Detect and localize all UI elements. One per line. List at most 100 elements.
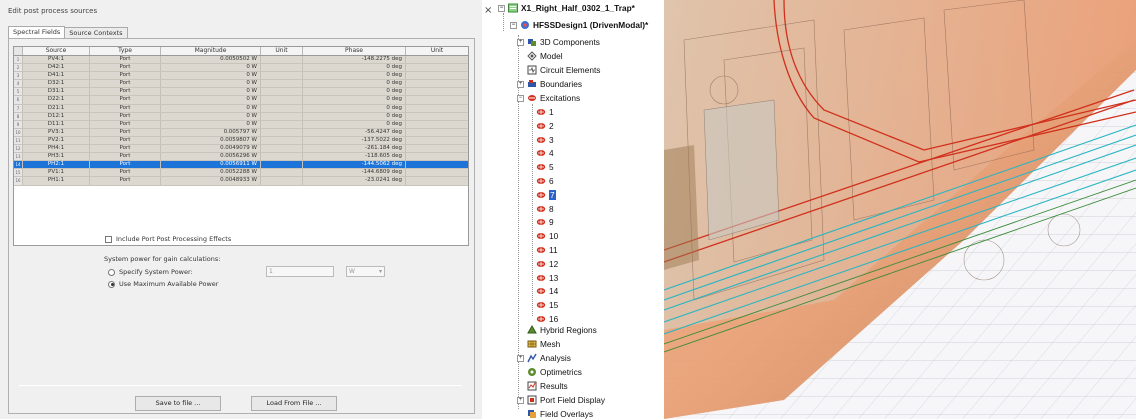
type-cell[interactable]: Port — [90, 104, 161, 112]
type-cell[interactable]: Port — [90, 80, 161, 88]
source-cell[interactable]: D12:1 — [23, 112, 90, 120]
3d-model-viewport[interactable] — [664, 0, 1136, 419]
column-header-unit[interactable]: Unit — [261, 47, 303, 55]
unit-cell[interactable] — [261, 120, 303, 128]
row-number[interactable]: 7 — [14, 104, 23, 112]
sources-table[interactable]: Source Type Magnitude Unit Phase Unit 1P… — [13, 46, 469, 246]
phase-unit-cell[interactable] — [406, 121, 468, 128]
excitation-item-12[interactable]: 12 — [536, 258, 558, 270]
table-row[interactable]: 12 PH4:1 Port 0.0049079 W -261.184 deg — [14, 145, 468, 154]
phase-cell[interactable]: 0 deg — [303, 120, 406, 128]
source-cell[interactable]: PH4:1 — [23, 145, 90, 153]
type-cell[interactable]: Port — [90, 64, 161, 72]
unit-cell[interactable] — [261, 136, 303, 145]
excitation-item-14[interactable]: 14 — [536, 285, 558, 297]
row-number[interactable]: 2 — [14, 64, 23, 72]
source-cell[interactable]: PV4:1 — [23, 56, 90, 64]
phase-cell[interactable]: 0 deg — [303, 72, 406, 80]
unit-cell[interactable] — [261, 88, 303, 96]
phase-unit-cell[interactable] — [406, 105, 468, 112]
row-number[interactable]: 11 — [14, 136, 23, 145]
phase-unit-cell[interactable] — [406, 88, 468, 95]
close-icon[interactable]: × — [484, 5, 492, 16]
magnitude-cell[interactable]: 0.0059807 W — [161, 136, 261, 145]
unit-cell[interactable] — [261, 56, 303, 64]
row-number[interactable]: 14 — [14, 161, 23, 169]
phase-unit-cell[interactable] — [406, 96, 468, 103]
unit-cell[interactable] — [261, 145, 303, 153]
type-cell[interactable]: Port — [90, 120, 161, 128]
table-row[interactable]: 11 PV2:1 Port 0.0059807 W -137.5022 deg — [14, 136, 468, 146]
type-cell[interactable]: Port — [90, 72, 161, 80]
project-node[interactable]: − X1_Right_Half_0302_1_Trap* — [498, 2, 635, 14]
excitation-item-2[interactable]: 2 — [536, 120, 554, 132]
phase-cell[interactable]: -23.0241 deg — [303, 177, 406, 185]
phase-unit-cell[interactable] — [406, 153, 468, 160]
phase-cell[interactable]: -56.4247 deg — [303, 128, 406, 136]
type-cell[interactable]: Port — [90, 96, 161, 104]
magnitude-cell[interactable]: 0.0052288 W — [161, 169, 261, 177]
source-cell[interactable]: D31:1 — [23, 88, 90, 96]
unit-cell[interactable] — [261, 112, 303, 120]
tree-item-circuit-elements[interactable]: Circuit Elements — [527, 64, 600, 76]
phase-cell[interactable]: 0 deg — [303, 112, 406, 120]
column-header-type[interactable]: Type — [90, 47, 161, 55]
tree-item-port-field-display[interactable]: + Port Field Display — [517, 394, 605, 406]
table-row[interactable]: 13 PH3:1 Port 0.0056296 W -118.605 deg — [14, 153, 468, 162]
table-row[interactable]: 5 D31:1 Port 0 W 0 deg — [14, 88, 468, 97]
phase-unit-cell[interactable] — [406, 72, 468, 79]
type-cell[interactable]: Port — [90, 145, 161, 153]
phase-cell[interactable]: -148.2275 deg — [303, 56, 406, 64]
unit-cell[interactable] — [261, 104, 303, 112]
source-cell[interactable]: D11:1 — [23, 120, 90, 128]
phase-cell[interactable]: 0 deg — [303, 64, 406, 72]
type-cell[interactable]: Port — [90, 56, 161, 64]
excitation-item-13[interactable]: 13 — [536, 272, 558, 284]
unit-cell[interactable] — [261, 128, 303, 136]
excitation-item-7[interactable]: 7 — [536, 189, 556, 201]
tree-item-mesh[interactable]: Mesh — [527, 338, 560, 350]
phase-cell[interactable]: -118.605 deg — [303, 153, 406, 161]
row-number[interactable]: 4 — [14, 80, 23, 88]
unit-cell[interactable] — [261, 96, 303, 104]
excitation-item-10[interactable]: 10 — [536, 230, 558, 242]
phase-unit-cell[interactable] — [406, 161, 468, 168]
magnitude-cell[interactable]: 0.005797 W — [161, 128, 261, 136]
design-node[interactable]: − HFSSDesign1 (DrivenModal)* — [510, 19, 648, 31]
row-number[interactable]: 12 — [14, 145, 23, 153]
tree-item-model[interactable]: Model — [527, 50, 563, 62]
magnitude-cell[interactable]: 0.0056296 W — [161, 153, 261, 161]
table-row[interactable]: 10 PV3:1 Port 0.005797 W -56.4247 deg — [14, 128, 468, 137]
phase-cell[interactable]: -144.5062 deg — [303, 161, 406, 169]
source-cell[interactable]: PV1:1 — [23, 169, 90, 177]
type-cell[interactable]: Port — [90, 136, 161, 145]
table-row[interactable]: 6 D22:1 Port 0 W 0 deg — [14, 96, 468, 105]
source-cell[interactable]: D42:1 — [23, 64, 90, 72]
magnitude-cell[interactable]: 0.0050502 W — [161, 56, 261, 64]
row-number[interactable]: 8 — [14, 112, 23, 120]
type-cell[interactable]: Port — [90, 88, 161, 96]
excitation-item-4[interactable]: 4 — [536, 147, 554, 159]
phase-cell[interactable]: 0 deg — [303, 80, 406, 88]
magnitude-cell[interactable]: 0.0049079 W — [161, 145, 261, 153]
tree-item-excitations[interactable]: − Excitations — [517, 92, 580, 104]
row-number[interactable]: 13 — [14, 153, 23, 161]
excitation-item-9[interactable]: 9 — [536, 216, 554, 228]
table-row[interactable]: 4 D32:1 Port 0 W 0 deg — [14, 80, 468, 89]
source-cell[interactable]: PH2:1 — [23, 161, 90, 169]
source-cell[interactable]: PV2:1 — [23, 136, 90, 145]
collapse-icon[interactable]: − — [498, 4, 505, 12]
row-number[interactable]: 3 — [14, 72, 23, 80]
power-unit-select[interactable]: W ▾ — [346, 266, 385, 277]
unit-cell[interactable] — [261, 177, 303, 185]
phase-unit-cell[interactable] — [406, 145, 468, 152]
source-cell[interactable]: PV3:1 — [23, 128, 90, 136]
type-cell[interactable]: Port — [90, 112, 161, 120]
excitation-item-3[interactable]: 3 — [536, 134, 554, 146]
phase-unit-cell[interactable] — [406, 80, 468, 87]
system-power-input[interactable]: 1 — [266, 266, 334, 277]
excitation-item-1[interactable]: 1 — [536, 106, 554, 118]
type-cell[interactable]: Port — [90, 153, 161, 161]
type-cell[interactable]: Port — [90, 128, 161, 136]
phase-unit-cell[interactable] — [406, 129, 468, 136]
